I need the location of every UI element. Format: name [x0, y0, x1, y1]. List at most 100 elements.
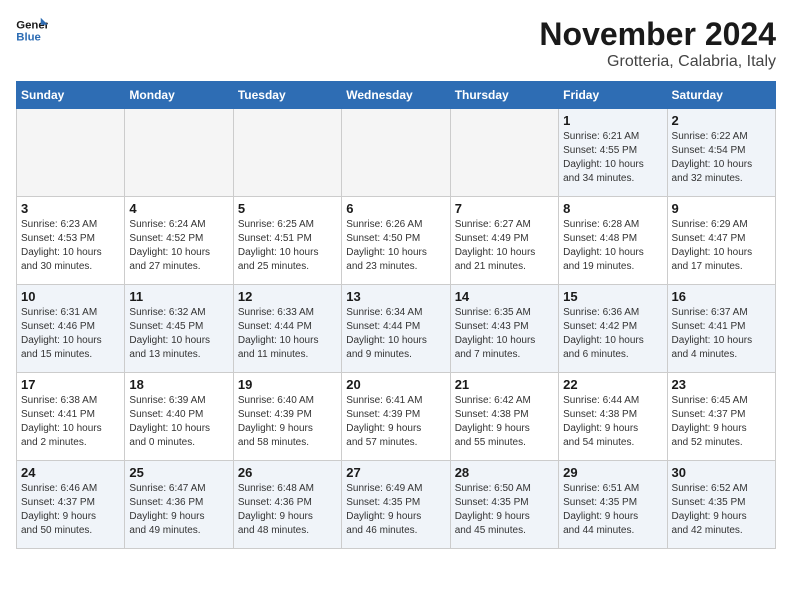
calendar-cell: 2Sunrise: 6:22 AM Sunset: 4:54 PM Daylig… — [667, 109, 775, 197]
day-info: Sunrise: 6:26 AM Sunset: 4:50 PM Dayligh… — [346, 218, 445, 274]
weekday-header-row: SundayMondayTuesdayWednesdayThursdayFrid… — [17, 82, 776, 109]
calendar-cell: 19 Sunrise: 6:40 AM Sunset: 4:39 PM Dayli… — [233, 373, 341, 461]
day-number: 4 — [129, 201, 228, 216]
calendar-cell: 8 Sunrise: 6:28 AM Sunset: 4:48 PM Daylig… — [559, 197, 667, 285]
day-number: 27 — [346, 465, 445, 480]
day-number: 10 — [21, 289, 120, 304]
day-info: Sunrise: 6:34 AM Sunset: 4:44 PM Dayligh… — [346, 306, 445, 362]
calendar-week-row: 3Sunrise: 6:23 AM Sunset: 4:53 PM Daylig… — [17, 197, 776, 285]
day-info: Sunrise: 6:38 AM Sunset: 4:41 PM Dayligh… — [21, 394, 120, 450]
weekday-header: Friday — [559, 82, 667, 109]
day-number: 26 — [238, 465, 337, 480]
title-block: November 2024 Grotteria, Calabria, Italy — [539, 16, 776, 71]
calendar-cell: 17 Sunrise: 6:38 AM Sunset: 4:41 PM Dayli… — [17, 373, 125, 461]
calendar-cell: 6Sunrise: 6:26 AM Sunset: 4:50 PM Daylig… — [342, 197, 450, 285]
calendar-cell: 29 Sunrise: 6:51 AM Sunset: 4:35 PM Dayli… — [559, 461, 667, 549]
day-number: 5 — [238, 201, 337, 216]
day-info: Sunrise: 6:52 AM Sunset: 4:35 PM Dayligh… — [672, 482, 771, 538]
day-number: 16 — [672, 289, 771, 304]
day-info: Sunrise: 6:27 AM Sunset: 4:49 PM Dayligh… — [455, 218, 554, 274]
calendar-cell: 30 Sunrise: 6:52 AM Sunset: 4:35 PM Dayli… — [667, 461, 775, 549]
day-info: Sunrise: 6:44 AM Sunset: 4:38 PM Dayligh… — [563, 394, 662, 450]
day-number: 13 — [346, 289, 445, 304]
day-number: 2 — [672, 113, 771, 128]
day-info: Sunrise: 6:21 AM Sunset: 4:55 PM Dayligh… — [563, 130, 662, 186]
calendar-week-row: 17 Sunrise: 6:38 AM Sunset: 4:41 PM Dayli… — [17, 373, 776, 461]
day-number: 7 — [455, 201, 554, 216]
day-number: 30 — [672, 465, 771, 480]
calendar-cell: 3Sunrise: 6:23 AM Sunset: 4:53 PM Daylig… — [17, 197, 125, 285]
calendar-cell: 22 Sunrise: 6:44 AM Sunset: 4:38 PM Dayli… — [559, 373, 667, 461]
day-number: 1 — [563, 113, 662, 128]
day-info: Sunrise: 6:36 AM Sunset: 4:42 PM Dayligh… — [563, 306, 662, 362]
day-number: 22 — [563, 377, 662, 392]
day-info: Sunrise: 6:51 AM Sunset: 4:35 PM Dayligh… — [563, 482, 662, 538]
day-info: Sunrise: 6:39 AM Sunset: 4:40 PM Dayligh… — [129, 394, 228, 450]
page-header: General Blue November 2024 Grotteria, Ca… — [16, 16, 776, 71]
day-info: Sunrise: 6:40 AM Sunset: 4:39 PM Dayligh… — [238, 394, 337, 450]
day-info: Sunrise: 6:42 AM Sunset: 4:38 PM Dayligh… — [455, 394, 554, 450]
day-info: Sunrise: 6:49 AM Sunset: 4:35 PM Dayligh… — [346, 482, 445, 538]
day-number: 11 — [129, 289, 228, 304]
month-title: November 2024 — [539, 16, 776, 53]
calendar-cell: 16Sunrise: 6:37 AM Sunset: 4:41 PM Dayli… — [667, 285, 775, 373]
day-info: Sunrise: 6:41 AM Sunset: 4:39 PM Dayligh… — [346, 394, 445, 450]
weekday-header: Thursday — [450, 82, 558, 109]
day-info: Sunrise: 6:31 AM Sunset: 4:46 PM Dayligh… — [21, 306, 120, 362]
day-info: Sunrise: 6:24 AM Sunset: 4:52 PM Dayligh… — [129, 218, 228, 274]
calendar-cell: 5 Sunrise: 6:25 AM Sunset: 4:51 PM Daylig… — [233, 197, 341, 285]
calendar-cell: 28Sunrise: 6:50 AM Sunset: 4:35 PM Dayli… — [450, 461, 558, 549]
calendar-cell — [342, 109, 450, 197]
calendar-cell: 18 Sunrise: 6:39 AM Sunset: 4:40 PM Dayli… — [125, 373, 233, 461]
weekday-header: Tuesday — [233, 82, 341, 109]
calendar-cell: 26 Sunrise: 6:48 AM Sunset: 4:36 PM Dayli… — [233, 461, 341, 549]
calendar-table: SundayMondayTuesdayWednesdayThursdayFrid… — [16, 81, 776, 549]
calendar-week-row: 1 Sunrise: 6:21 AM Sunset: 4:55 PM Daylig… — [17, 109, 776, 197]
calendar-cell — [17, 109, 125, 197]
calendar-cell: 10 Sunrise: 6:31 AM Sunset: 4:46 PM Dayli… — [17, 285, 125, 373]
calendar-week-row: 10 Sunrise: 6:31 AM Sunset: 4:46 PM Dayli… — [17, 285, 776, 373]
weekday-header: Wednesday — [342, 82, 450, 109]
day-number: 8 — [563, 201, 662, 216]
calendar-cell: 14 Sunrise: 6:35 AM Sunset: 4:43 PM Dayli… — [450, 285, 558, 373]
calendar-cell: 24Sunrise: 6:46 AM Sunset: 4:37 PM Dayli… — [17, 461, 125, 549]
day-number: 17 — [21, 377, 120, 392]
day-number: 19 — [238, 377, 337, 392]
day-info: Sunrise: 6:50 AM Sunset: 4:35 PM Dayligh… — [455, 482, 554, 538]
logo-icon: General Blue — [16, 16, 48, 44]
day-number: 18 — [129, 377, 228, 392]
day-number: 12 — [238, 289, 337, 304]
day-info: Sunrise: 6:46 AM Sunset: 4:37 PM Dayligh… — [21, 482, 120, 538]
calendar-cell: 15 Sunrise: 6:36 AM Sunset: 4:42 PM Dayli… — [559, 285, 667, 373]
day-info: Sunrise: 6:32 AM Sunset: 4:45 PM Dayligh… — [129, 306, 228, 362]
day-number: 15 — [563, 289, 662, 304]
calendar-cell: 9Sunrise: 6:29 AM Sunset: 4:47 PM Daylig… — [667, 197, 775, 285]
calendar-cell: 7 Sunrise: 6:27 AM Sunset: 4:49 PM Daylig… — [450, 197, 558, 285]
logo: General Blue — [16, 16, 48, 44]
calendar-cell: 1 Sunrise: 6:21 AM Sunset: 4:55 PM Daylig… — [559, 109, 667, 197]
day-info: Sunrise: 6:25 AM Sunset: 4:51 PM Dayligh… — [238, 218, 337, 274]
calendar-cell: 20Sunrise: 6:41 AM Sunset: 4:39 PM Dayli… — [342, 373, 450, 461]
day-info: Sunrise: 6:28 AM Sunset: 4:48 PM Dayligh… — [563, 218, 662, 274]
calendar-cell: 12 Sunrise: 6:33 AM Sunset: 4:44 PM Dayli… — [233, 285, 341, 373]
calendar-cell: 11 Sunrise: 6:32 AM Sunset: 4:45 PM Dayli… — [125, 285, 233, 373]
weekday-header: Sunday — [17, 82, 125, 109]
calendar-cell — [125, 109, 233, 197]
calendar-cell: 25 Sunrise: 6:47 AM Sunset: 4:36 PM Dayli… — [125, 461, 233, 549]
day-number: 3 — [21, 201, 120, 216]
svg-text:Blue: Blue — [16, 32, 41, 44]
day-number: 9 — [672, 201, 771, 216]
day-info: Sunrise: 6:35 AM Sunset: 4:43 PM Dayligh… — [455, 306, 554, 362]
day-info: Sunrise: 6:47 AM Sunset: 4:36 PM Dayligh… — [129, 482, 228, 538]
day-info: Sunrise: 6:48 AM Sunset: 4:36 PM Dayligh… — [238, 482, 337, 538]
calendar-cell — [450, 109, 558, 197]
day-info: Sunrise: 6:33 AM Sunset: 4:44 PM Dayligh… — [238, 306, 337, 362]
day-number: 23 — [672, 377, 771, 392]
day-number: 14 — [455, 289, 554, 304]
day-number: 25 — [129, 465, 228, 480]
day-number: 29 — [563, 465, 662, 480]
calendar-cell: 21Sunrise: 6:42 AM Sunset: 4:38 PM Dayli… — [450, 373, 558, 461]
calendar-cell — [233, 109, 341, 197]
weekday-header: Monday — [125, 82, 233, 109]
calendar-cell: 13 Sunrise: 6:34 AM Sunset: 4:44 PM Dayli… — [342, 285, 450, 373]
